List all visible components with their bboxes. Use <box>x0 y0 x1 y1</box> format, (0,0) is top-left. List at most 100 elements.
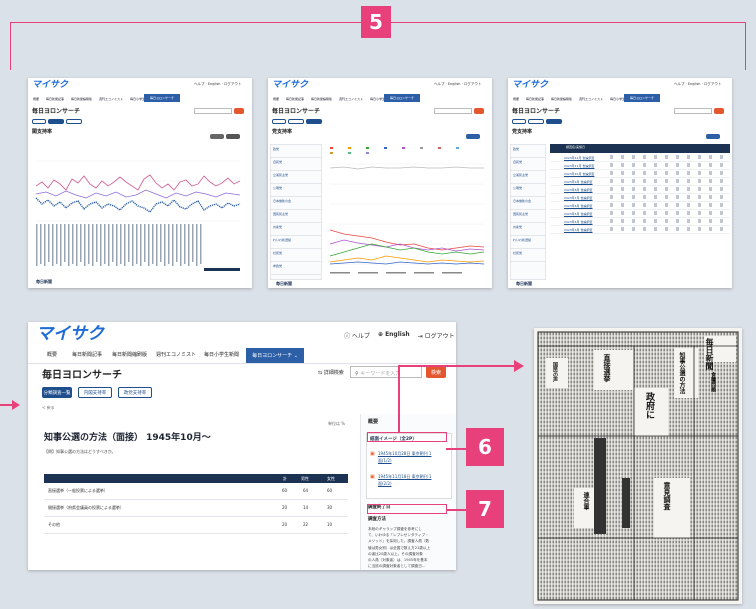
sidebar-item[interactable]: れいわ新選組 <box>511 236 545 249</box>
table-row[interactable]: 2023年4月 世論調査 <box>550 218 730 226</box>
search-button[interactable] <box>234 108 244 114</box>
tab-list[interactable] <box>272 119 286 124</box>
arrow-vertical <box>398 365 400 433</box>
page-image-link-suffix[interactable]: 面(1/2) <box>378 459 392 463</box>
sidebar-item[interactable]: 社民党 <box>271 249 321 262</box>
detail-search-link[interactable]: ⇆ 詳細検索 <box>318 369 344 376</box>
sidebar-item[interactable]: 立憲民主党 <box>271 171 321 184</box>
newspaper-headline: 国民の声 <box>552 362 558 382</box>
page-image-link[interactable]: 1945年11月18日 東京朝刊 1 <box>378 475 431 479</box>
table-row[interactable]: 2023年5月 世論調査 <box>550 210 730 218</box>
help-link[interactable]: ⓘ ヘルプ <box>344 331 370 340</box>
col-male: 男性 <box>301 475 309 481</box>
row-link[interactable]: 2023年9月 世論調査 <box>564 180 593 184</box>
table-row[interactable]: 2023年10月 世論調査 <box>550 170 730 178</box>
nav-item-shogakusei[interactable]: 毎日小学生新聞 <box>204 353 239 358</box>
breadcrumb[interactable]: < 戻る <box>42 406 55 410</box>
tab-party[interactable] <box>306 119 322 124</box>
row-link[interactable]: 2023年4月 世論調査 <box>564 220 593 224</box>
row-link[interactable]: 2023年3月 世論調査 <box>564 228 593 232</box>
sidebar-item[interactable]: 参政党 <box>271 262 321 275</box>
sidebar-item[interactable]: 公明党 <box>271 184 321 197</box>
tab-list[interactable] <box>512 119 526 124</box>
search-input[interactable] <box>434 108 472 114</box>
tab-cabinet[interactable] <box>48 119 64 124</box>
sidebar-item[interactable]: れいわ新選組 <box>271 236 321 249</box>
header-links: ヘルプ · English · ログアウト <box>194 82 242 86</box>
table-row[interactable]: 2023年8月 世論調査 <box>550 186 730 194</box>
nav-item-shukusatsu[interactable]: 毎日新聞縮刷版 <box>112 353 147 358</box>
search-input[interactable]: ⚲ キーワードを入力 <box>350 366 422 378</box>
sidebar-item[interactable]: 国民民主党 <box>271 210 321 223</box>
row-link[interactable]: 2023年10月 世論調査 <box>564 172 594 176</box>
search-button[interactable] <box>714 108 724 114</box>
sidebar-item[interactable]: 社民党 <box>511 249 545 262</box>
table-row[interactable]: 2023年11月 世論調査 <box>550 162 730 170</box>
table-toggle[interactable] <box>226 134 240 139</box>
tab-survey-list[interactable]: 分類調査一覧 <box>42 387 72 398</box>
row-cells <box>610 203 726 207</box>
search-input[interactable] <box>194 108 232 114</box>
newspaper-headline: 直接選挙 <box>603 354 612 382</box>
nav-item-economist[interactable]: 週刊エコノミスト <box>156 353 196 358</box>
nav-item-yoron-active[interactable]: 毎日ヨロンサーチ <box>624 94 660 102</box>
search-button[interactable]: 検索 <box>426 366 446 378</box>
col-total: 計 <box>283 475 287 481</box>
table-row[interactable]: 2023年3月 世論調査 <box>550 226 730 234</box>
sidebar-item[interactable]: 政党 <box>271 145 321 158</box>
screenshot-line-chart: マイサク ヘルプ · English · ログアウト 概要 毎日新聞記事 毎日新聞縮… <box>28 78 252 288</box>
table-row[interactable]: 2023年9月 世論調査 <box>550 178 730 186</box>
app-logo: マイサク <box>272 80 309 90</box>
row-cells <box>610 171 726 175</box>
sidebar-item[interactable]: 立憲民主党 <box>511 171 545 184</box>
step-badge-5: 5 <box>361 6 391 38</box>
unit-label: 単位は % <box>328 421 346 426</box>
row-cells <box>610 195 726 199</box>
tab-cabinet[interactable] <box>528 119 544 124</box>
tab-cabinet-support[interactable]: 内閣支持率 <box>78 387 112 398</box>
row-link[interactable]: 2023年11月 世論調査 <box>564 164 594 168</box>
nav-item-yoron-active[interactable]: 毎日ヨロンサーチ <box>144 94 180 102</box>
sidebar-item[interactable]: 自民党 <box>511 158 545 171</box>
sidebar-item[interactable]: 政党 <box>511 145 545 158</box>
sidebar-item[interactable]: 共産党 <box>511 223 545 236</box>
english-link[interactable]: ⊕ English <box>378 331 410 340</box>
chart-toggle[interactable] <box>466 134 480 139</box>
chart-toggle[interactable] <box>210 134 224 139</box>
row-male: 22 <box>303 522 309 527</box>
page-image-link[interactable]: 1945年10月28日 東京朝刊 1 <box>378 452 431 456</box>
sidebar-item[interactable]: 日本維新の会 <box>511 197 545 210</box>
sidebar-item[interactable]: 日本維新の会 <box>271 197 321 210</box>
row-cells <box>610 155 726 159</box>
app-logo: マイサク <box>512 80 549 90</box>
tab-cabinet[interactable] <box>288 119 304 124</box>
newspaper-headline: 政府に <box>644 392 654 419</box>
sidebar-item[interactable]: 公明党 <box>511 184 545 197</box>
row-link[interactable]: 2023年6月 世論調査 <box>564 204 593 208</box>
table-row[interactable]: 2023年7月 世論調査 <box>550 194 730 202</box>
sidebar-item[interactable]: 国民民主党 <box>511 210 545 223</box>
newspaper-masthead: 毎日新聞 <box>705 338 715 370</box>
tab-party[interactable] <box>546 119 562 124</box>
table-toggle[interactable] <box>706 134 720 139</box>
nav-item-yoron-active[interactable]: 毎日ヨロンサーチ ⌄ <box>246 348 304 363</box>
logout-link[interactable]: ⇥ ログアウト <box>418 331 455 340</box>
row-link[interactable]: 2023年8月 世論調査 <box>564 188 593 192</box>
nav-item-articles[interactable]: 毎日新聞記事 <box>72 353 102 358</box>
nav-item-overview[interactable]: 概要 <box>47 353 57 358</box>
row-link[interactable]: 2023年12月 世論調査 <box>564 156 594 160</box>
table-row[interactable]: 2023年6月 世論調査 <box>550 202 730 210</box>
nav-item-yoron-active[interactable]: 毎日ヨロンサーチ <box>384 94 420 102</box>
sidebar-item[interactable]: 共産党 <box>271 223 321 236</box>
row-link[interactable]: 2023年7月 世論調査 <box>564 196 593 200</box>
tab-party-support[interactable]: 政党支持率 <box>118 387 152 398</box>
search-button[interactable] <box>474 108 484 114</box>
row-cells <box>610 211 726 215</box>
tab-list[interactable] <box>32 119 46 124</box>
search-input[interactable] <box>674 108 712 114</box>
row-link[interactable]: 2023年5月 世論調査 <box>564 212 593 216</box>
tab-party[interactable] <box>66 119 82 124</box>
sidebar-item[interactable]: 自民党 <box>271 158 321 171</box>
table-row[interactable]: 2023年12月 世論調査 <box>550 154 730 162</box>
page-image-link-suffix[interactable]: 面(2/2) <box>378 482 392 486</box>
